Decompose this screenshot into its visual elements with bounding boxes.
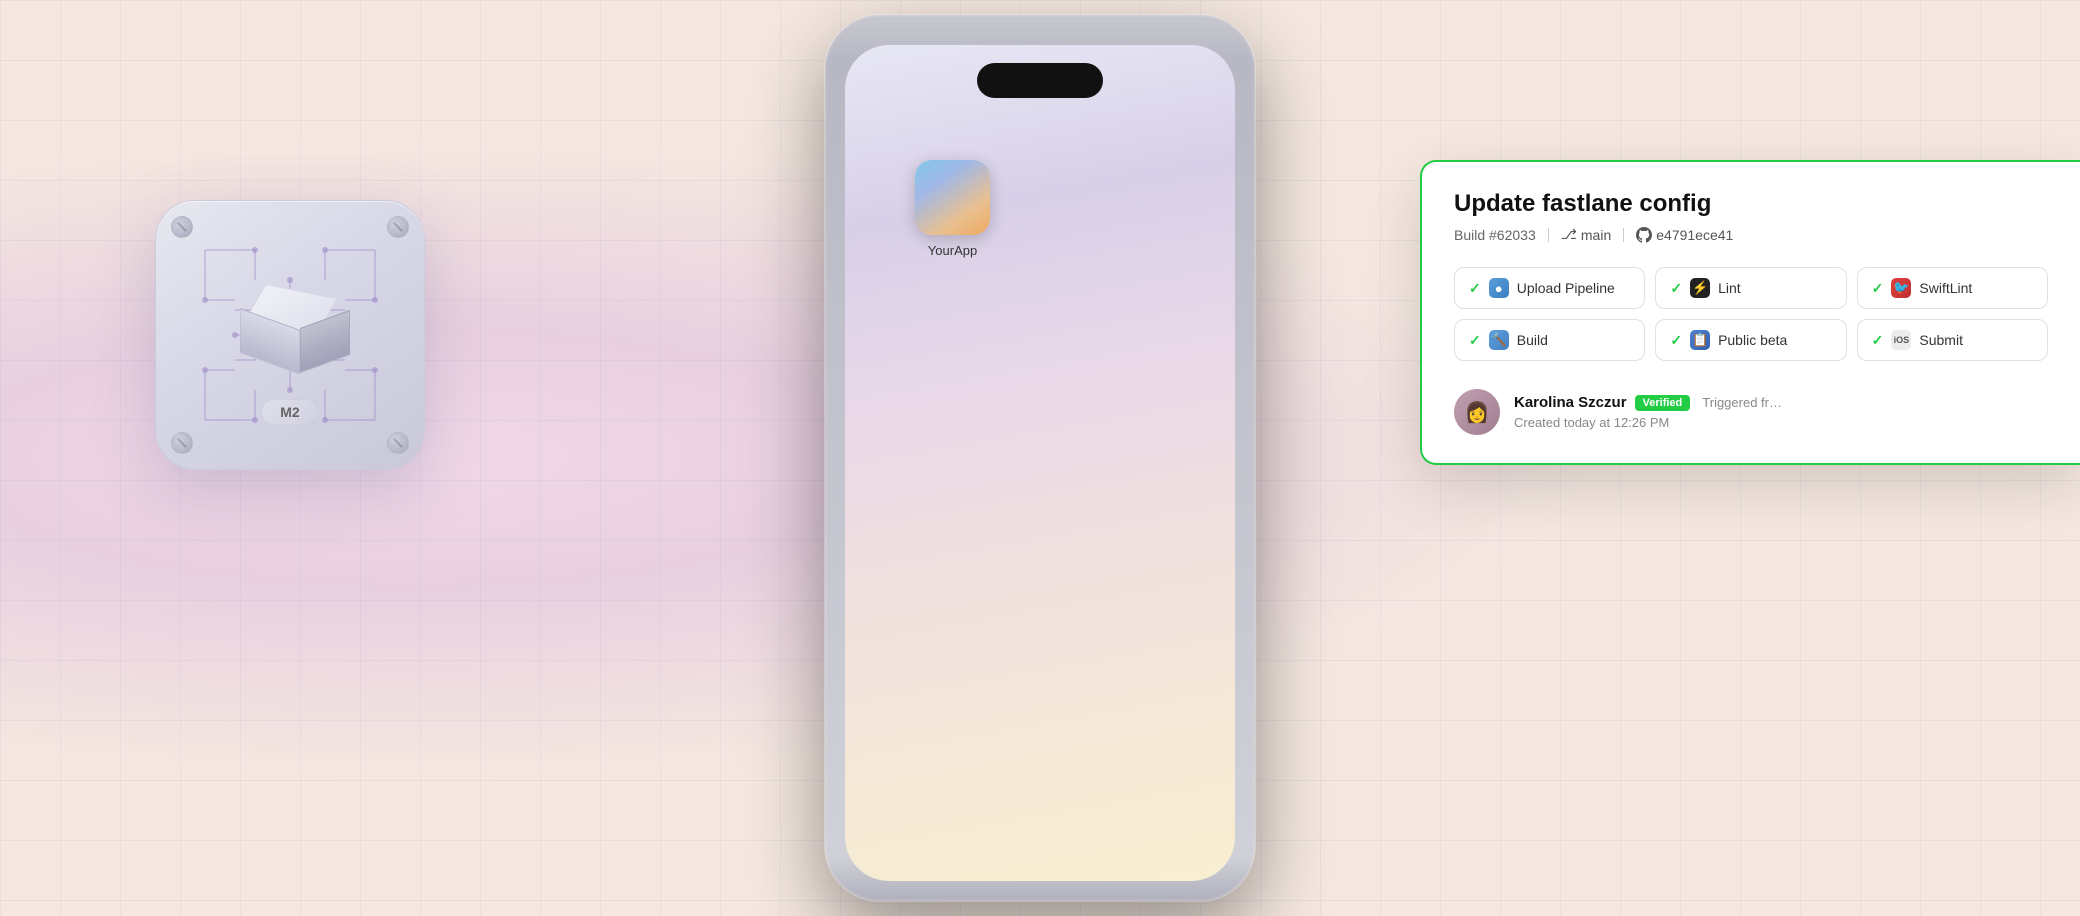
ci-badge-upload: ✓ ● Upload Pipeline: [1454, 267, 1645, 309]
badge-label-lint: Lint: [1718, 280, 1741, 296]
ci-author: 👩 Karolina Szczur Verified Triggered fr……: [1454, 385, 2048, 435]
ci-verified-badge: Verified: [1635, 395, 1691, 411]
iphone-screen: YourApp: [845, 45, 1235, 881]
ci-badges: ✓ ● Upload Pipeline ✓ ⚡ Lint ✓ 🐦 SwiftLint ✓ 🔨 Buil…: [1454, 267, 2048, 361]
app-icon-container: YourApp: [915, 160, 990, 258]
ci-author-name-row: Karolina Szczur Verified Triggered fr…: [1514, 394, 1782, 411]
commit-hash: e4791ece41: [1656, 227, 1733, 243]
badge-label-swiftlint: SwiftLint: [1919, 280, 1972, 296]
badge-icon-lint: ⚡: [1690, 278, 1710, 298]
badge-icon-build: 🔨: [1489, 330, 1509, 350]
branch-name: main: [1581, 227, 1611, 243]
ci-commit: e4791ece41: [1636, 227, 1733, 243]
ci-author-info: Karolina Szczur Verified Triggered fr… C…: [1514, 394, 1782, 430]
iphone-frame: YourApp: [810, 0, 1270, 916]
badge-label-build: Build: [1517, 332, 1548, 348]
ci-author-name: Karolina Szczur: [1514, 394, 1627, 411]
ci-avatar: 👩: [1454, 389, 1500, 435]
ci-meta: Build #62033 ⎇ main e4791ece41: [1454, 226, 2048, 243]
badge-check-swiftlint: ✓: [1872, 280, 1884, 297]
dynamic-island: [977, 63, 1103, 98]
iphone-body: YourApp: [825, 15, 1255, 901]
badge-label-beta: Public beta: [1718, 332, 1787, 348]
app-icon: [915, 160, 990, 235]
badge-check-lint: ✓: [1670, 280, 1682, 297]
badge-check-submit: ✓: [1872, 332, 1884, 349]
badge-icon-swiftlint: 🐦: [1891, 278, 1911, 298]
chip-label: M2: [261, 399, 318, 425]
ci-build-number: Build #62033: [1454, 227, 1536, 243]
chip-3d-box: [240, 291, 340, 371]
app-name: YourApp: [928, 243, 977, 258]
ci-badge-swiftlint: ✓ 🐦 SwiftLint: [1857, 267, 2048, 309]
badge-check-beta: ✓: [1670, 332, 1682, 349]
branch-icon: ⎇: [1561, 226, 1577, 243]
ci-badge-build: ✓ 🔨 Build: [1454, 319, 1645, 361]
badge-icon-beta: 📋: [1690, 330, 1710, 350]
ci-badge-beta: ✓ 📋 Public beta: [1655, 319, 1846, 361]
badge-label-upload: Upload Pipeline: [1517, 280, 1615, 296]
badge-label-submit: Submit: [1919, 332, 1963, 348]
ci-title: Update fastlane config: [1454, 190, 2048, 218]
badge-check-build: ✓: [1469, 332, 1481, 349]
chip-inner: M2: [175, 220, 405, 450]
badge-check-upload: ✓: [1469, 280, 1481, 297]
ci-branch: ⎇ main: [1561, 226, 1612, 243]
ci-triggered-text: Triggered fr…: [1702, 395, 1782, 410]
ci-meta-divider: [1548, 228, 1549, 242]
badge-icon-submit: iOS: [1891, 330, 1911, 350]
ci-author-time: Created today at 12:26 PM: [1514, 415, 1782, 430]
ci-meta-divider-2: [1623, 228, 1624, 242]
ci-badge-lint: ✓ ⚡ Lint: [1655, 267, 1846, 309]
chip-card: M2: [155, 200, 425, 470]
badge-icon-upload: ●: [1489, 278, 1509, 298]
ci-badge-submit: ✓ iOS Submit: [1857, 319, 2048, 361]
github-icon: [1636, 227, 1652, 243]
avatar-emoji: 👩: [1465, 400, 1490, 425]
ci-card: Update fastlane config Build #62033 ⎇ ma…: [1420, 160, 2080, 465]
